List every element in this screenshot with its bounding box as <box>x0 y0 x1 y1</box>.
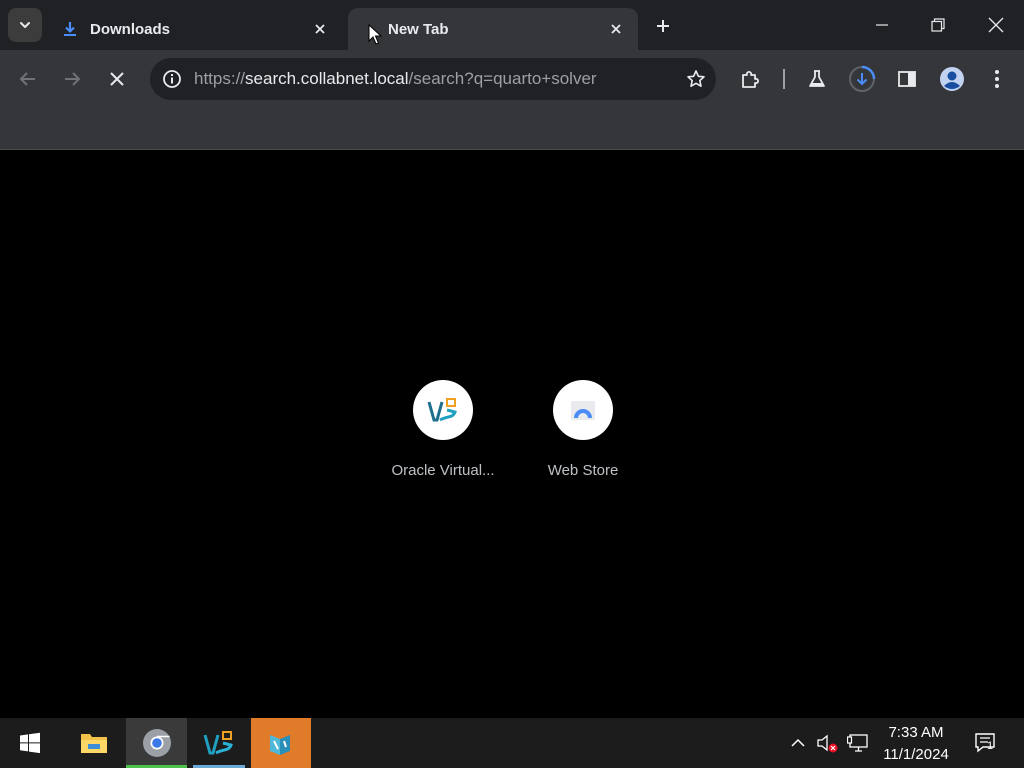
close-icon <box>315 24 325 34</box>
chevron-up-icon <box>791 738 805 747</box>
close-window-button[interactable] <box>968 0 1024 50</box>
arrow-right-icon <box>65 72 81 86</box>
shortcut-label: Web Store <box>547 462 619 479</box>
menu-button[interactable] <box>979 61 1015 97</box>
tab-downloads[interactable]: Downloads <box>50 8 342 50</box>
tab-search-button[interactable] <box>8 8 42 42</box>
forward-button[interactable] <box>54 61 90 97</box>
taskbar-virtualbox[interactable] <box>189 718 249 768</box>
download-icon <box>62 21 78 37</box>
show-hidden-icons-button[interactable] <box>786 731 810 755</box>
downloads-button[interactable] <box>844 61 880 97</box>
windows-logo-icon <box>20 732 40 754</box>
virtualbox-app-icon <box>270 735 290 755</box>
new-tab-page: Oracle Virtual... Web Store <box>0 151 1024 718</box>
network-button[interactable] <box>846 731 870 755</box>
arrow-left-icon <box>19 72 35 86</box>
stop-loading-button[interactable] <box>99 61 135 97</box>
url-host: search.collabnet.local <box>245 69 409 88</box>
flask-icon <box>809 70 825 87</box>
close-icon <box>110 72 124 86</box>
tab-new-tab[interactable]: New Tab <box>348 8 638 50</box>
toolbar-separator <box>783 69 785 89</box>
more-vert-icon <box>995 70 999 88</box>
close-icon <box>988 17 1004 33</box>
windows-taskbar: 7:33 AM 11/1/2024 1 <box>0 718 1024 768</box>
start-button[interactable] <box>0 718 60 768</box>
taskbar-virtualbox-app[interactable] <box>251 718 311 768</box>
shortcut-tile[interactable]: Web Store <box>523 380 643 479</box>
site-info-icon[interactable] <box>150 58 194 100</box>
new-tab-button[interactable] <box>648 11 678 41</box>
close-icon <box>611 24 621 34</box>
back-button[interactable] <box>10 61 46 97</box>
tab-title: New Tab <box>388 20 449 38</box>
volume-button[interactable] <box>816 731 840 755</box>
file-explorer-icon <box>81 734 107 753</box>
bookmark-star-button[interactable] <box>676 58 716 100</box>
tab-strip: Downloads New Tab <box>0 0 1024 50</box>
notification-center-button[interactable]: 1 <box>972 731 1000 755</box>
address-bar[interactable]: https://search.collabnet.local/search?q=… <box>150 58 716 100</box>
chrome-web-store-icon <box>571 401 595 420</box>
chrome-icon <box>142 729 171 757</box>
clock-date: 11/1/2024 <box>883 746 949 763</box>
side-panel-button[interactable] <box>889 61 925 97</box>
close-tab-button[interactable] <box>308 17 332 41</box>
star-icon <box>687 70 705 87</box>
speaker-muted-icon <box>817 734 838 753</box>
taskbar-chrome[interactable] <box>126 718 187 768</box>
puzzle-icon <box>742 71 759 88</box>
restore-button[interactable] <box>910 0 966 50</box>
virtualbox-icon <box>203 731 233 755</box>
shortcut-label: Oracle Virtual... <box>391 462 495 479</box>
url-path: /search?q=quarto+solver <box>408 69 597 88</box>
clock-time: 7:33 AM <box>888 724 944 741</box>
close-tab-button[interactable] <box>604 17 628 41</box>
shortcut-icon-circle <box>553 380 613 440</box>
download-progress-icon <box>849 65 876 92</box>
network-icon <box>847 734 868 752</box>
minimize-icon <box>876 24 888 26</box>
taskbar-file-explorer[interactable] <box>64 718 124 768</box>
tab-title: Downloads <box>90 20 171 38</box>
taskbar-clock[interactable]: 7:33 AM 11/1/2024 <box>872 722 960 766</box>
minimize-button[interactable] <box>854 0 910 50</box>
avatar-icon <box>940 67 964 91</box>
bookmarks-bar <box>0 108 1024 150</box>
chat-bubble-icon <box>975 733 995 753</box>
virtualbox-icon <box>427 398 457 422</box>
labs-button[interactable] <box>799 61 835 97</box>
browser-toolbar: https://search.collabnet.local/search?q=… <box>0 50 1024 108</box>
plus-icon <box>657 20 669 32</box>
profile-button[interactable] <box>934 61 970 97</box>
shortcut-icon-circle <box>413 380 473 440</box>
mouse-cursor-icon <box>368 24 382 45</box>
shortcut-tile[interactable]: Oracle Virtual... <box>383 380 503 479</box>
notification-count: 1 <box>987 740 994 752</box>
restore-icon <box>931 18 945 32</box>
url-text: https://search.collabnet.local/search?q=… <box>194 69 676 89</box>
extensions-button[interactable] <box>733 61 769 97</box>
side-panel-icon <box>898 71 916 87</box>
chevron-down-icon <box>20 22 30 28</box>
url-scheme: https:// <box>194 69 246 88</box>
